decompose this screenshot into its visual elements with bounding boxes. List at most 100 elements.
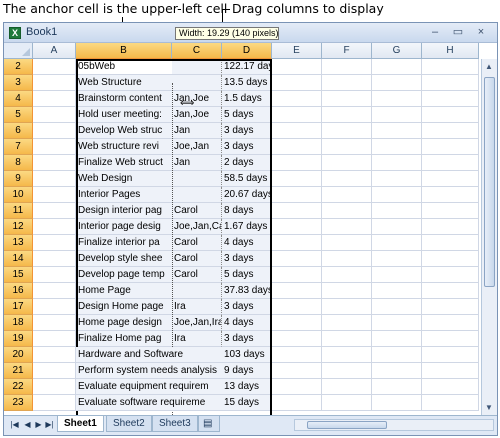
- cell-d17[interactable]: 3 days: [222, 299, 272, 315]
- close-button[interactable]: ×: [473, 25, 489, 39]
- cell-c5[interactable]: Jan,Joe: [172, 107, 222, 123]
- cell-h7[interactable]: [422, 139, 479, 155]
- row-header[interactable]: 5: [4, 107, 33, 123]
- cell-h6[interactable]: [422, 123, 479, 139]
- scroll-down-arrow-icon[interactable]: ▼: [485, 403, 493, 412]
- select-all-corner[interactable]: [4, 43, 33, 59]
- cell-g4[interactable]: [372, 91, 422, 107]
- cell-b4[interactable]: Brainstorm content: [76, 91, 172, 107]
- cell-b7[interactable]: Web structure revi: [76, 139, 172, 155]
- row-header[interactable]: 17: [4, 299, 33, 315]
- cell-e2[interactable]: [272, 59, 322, 75]
- cell-c19[interactable]: Ira: [172, 331, 222, 347]
- cell-e10[interactable]: [272, 187, 322, 203]
- row-header[interactable]: 23: [4, 395, 33, 411]
- cell-b12[interactable]: Interior page desig: [76, 219, 172, 235]
- cell-f10[interactable]: [322, 187, 372, 203]
- worksheet-grid[interactable]: ABCDEFGH 2 05bWeb 122.17 days 3 Web Structur…: [4, 43, 497, 435]
- cell-a20[interactable]: [33, 347, 76, 363]
- cell-f15[interactable]: [322, 267, 372, 283]
- cell-g22[interactable]: [372, 379, 422, 395]
- column-header-c[interactable]: C: [172, 43, 222, 59]
- cell-d3[interactable]: 13.5 days: [222, 75, 272, 91]
- cell-a11[interactable]: [33, 203, 76, 219]
- last-sheet-icon[interactable]: ▶|: [45, 420, 54, 430]
- cell-g20[interactable]: [372, 347, 422, 363]
- restore-button[interactable]: ▭: [450, 25, 466, 39]
- cell-d22[interactable]: 13 days: [222, 379, 272, 395]
- column-header-d[interactable]: D: [222, 43, 272, 59]
- row-header[interactable]: 12: [4, 219, 33, 235]
- cell-b23[interactable]: Evaluate software requireme: [76, 395, 222, 411]
- cell-d8[interactable]: 2 days: [222, 155, 272, 171]
- cell-h12[interactable]: [422, 219, 479, 235]
- cell-e14[interactable]: [272, 251, 322, 267]
- cell-g12[interactable]: [372, 219, 422, 235]
- cell-c17[interactable]: Ira: [172, 299, 222, 315]
- cell-g23[interactable]: [372, 395, 422, 411]
- cell-d9[interactable]: 58.5 days: [222, 171, 272, 187]
- cell-a13[interactable]: [33, 235, 76, 251]
- row-header[interactable]: 8: [4, 155, 33, 171]
- column-header-b[interactable]: B: [76, 43, 172, 59]
- cell-b9[interactable]: Web Design: [76, 171, 172, 187]
- cell-c15[interactable]: Carol: [172, 267, 222, 283]
- cell-e21[interactable]: [272, 363, 322, 379]
- cell-h15[interactable]: [422, 267, 479, 283]
- cell-b3[interactable]: Web Structure: [76, 75, 172, 91]
- minimize-button[interactable]: –: [427, 25, 443, 39]
- cell-h22[interactable]: [422, 379, 479, 395]
- vertical-scrollbar[interactable]: ▲ ▼: [481, 59, 497, 415]
- cell-d4[interactable]: 1.5 days: [222, 91, 272, 107]
- cell-e4[interactable]: [272, 91, 322, 107]
- cell-c16[interactable]: [172, 283, 222, 299]
- cell-b17[interactable]: Design Home page: [76, 299, 172, 315]
- cell-e8[interactable]: [272, 155, 322, 171]
- cell-e16[interactable]: [272, 283, 322, 299]
- cell-d11[interactable]: 8 days: [222, 203, 272, 219]
- cell-h23[interactable]: [422, 395, 479, 411]
- cell-f8[interactable]: [322, 155, 372, 171]
- column-header-g[interactable]: G: [372, 43, 422, 59]
- cell-h5[interactable]: [422, 107, 479, 123]
- cell-f22[interactable]: [322, 379, 372, 395]
- cell-b10[interactable]: Interior Pages: [76, 187, 172, 203]
- row-header[interactable]: 18: [4, 315, 33, 331]
- cell-f19[interactable]: [322, 331, 372, 347]
- row-header[interactable]: 4: [4, 91, 33, 107]
- cell-g2[interactable]: [372, 59, 422, 75]
- cell-a19[interactable]: [33, 331, 76, 347]
- cell-e3[interactable]: [272, 75, 322, 91]
- row-header[interactable]: 15: [4, 267, 33, 283]
- cell-g15[interactable]: [372, 267, 422, 283]
- horizontal-scrollbar[interactable]: [294, 419, 494, 431]
- cell-h17[interactable]: [422, 299, 479, 315]
- cell-f14[interactable]: [322, 251, 372, 267]
- cell-b5[interactable]: Hold user meeting:: [76, 107, 172, 123]
- cell-d18[interactable]: 4 days: [222, 315, 272, 331]
- cell-c13[interactable]: Carol: [172, 235, 222, 251]
- column-header-h[interactable]: H: [422, 43, 479, 59]
- row-header[interactable]: 3: [4, 75, 33, 91]
- cell-c10[interactable]: [172, 187, 222, 203]
- row-header[interactable]: 6: [4, 123, 33, 139]
- cell-f21[interactable]: [322, 363, 372, 379]
- cell-e23[interactable]: [272, 395, 322, 411]
- cell-e6[interactable]: [272, 123, 322, 139]
- cell-f18[interactable]: [322, 315, 372, 331]
- cell-g21[interactable]: [372, 363, 422, 379]
- cell-e11[interactable]: [272, 203, 322, 219]
- cell-d10[interactable]: 20.67 days: [222, 187, 272, 203]
- cell-g17[interactable]: [372, 299, 422, 315]
- cell-f7[interactable]: [322, 139, 372, 155]
- cell-a5[interactable]: [33, 107, 76, 123]
- cell-a17[interactable]: [33, 299, 76, 315]
- cell-e20[interactable]: [272, 347, 322, 363]
- cell-c18[interactable]: Joe,Jan,Ira: [172, 315, 222, 331]
- prev-sheet-icon[interactable]: ◀: [23, 420, 32, 430]
- cell-d7[interactable]: 3 days: [222, 139, 272, 155]
- cell-b13[interactable]: Finalize interior pa: [76, 235, 172, 251]
- cell-h9[interactable]: [422, 171, 479, 187]
- cell-e22[interactable]: [272, 379, 322, 395]
- cell-b11[interactable]: Design interior pag: [76, 203, 172, 219]
